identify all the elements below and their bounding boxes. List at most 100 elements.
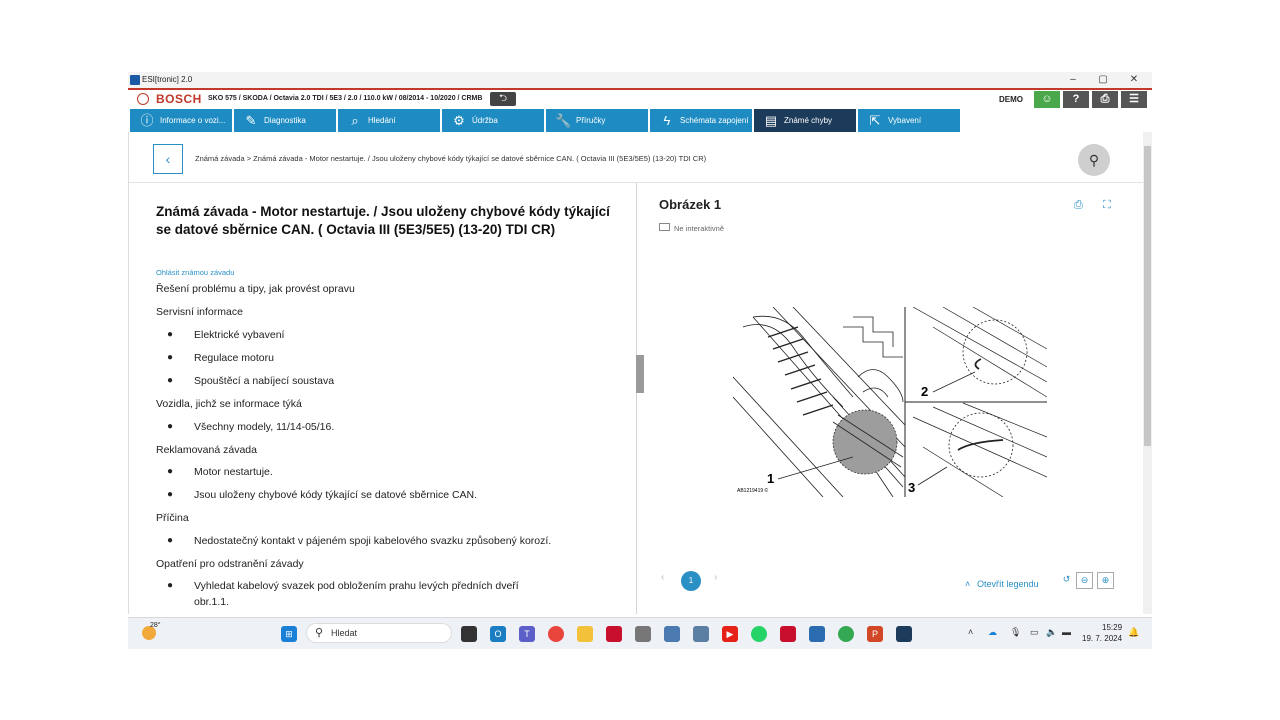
tab-label: Údržba xyxy=(472,116,498,125)
clock[interactable]: 15:29 19. 7. 2024 xyxy=(1082,622,1122,644)
volume-icon[interactable]: 🔈 xyxy=(1046,627,1057,638)
tab-label: Příručky xyxy=(576,116,606,125)
tab-search[interactable]: ⌕ Hledání xyxy=(338,109,440,132)
back-button[interactable]: ‹ xyxy=(153,144,183,174)
callout-label: 1 xyxy=(767,471,774,486)
close-button[interactable]: ✕ xyxy=(1119,72,1149,88)
powerpoint-icon[interactable]: P xyxy=(867,626,883,642)
taskbar: 28° ⊞ ⚲ Hledat O T ▶ P ˄ ☁ 🎙 ▭ 🔈 ▬ 15:29… xyxy=(128,617,1152,649)
app-icon[interactable] xyxy=(606,626,622,642)
chrome-icon[interactable] xyxy=(548,626,564,642)
app-window: ESI[tronic] 2.0 – ▢ ✕ BOSCH SKO 575 / SK… xyxy=(128,72,1152,648)
whatsapp-icon[interactable] xyxy=(751,626,767,642)
bullet-icon: ● xyxy=(167,375,174,386)
title-bar: ESI[tronic] 2.0 – ▢ ✕ xyxy=(128,72,1152,88)
callout-label: 3 xyxy=(908,480,915,495)
brand-name: BOSCH xyxy=(156,92,202,106)
battery-icon[interactable]: ▬ xyxy=(1062,627,1071,637)
fullscreen-icon[interactable]: ⛶ xyxy=(1103,199,1111,212)
store-icon[interactable] xyxy=(809,626,825,642)
list-item: Spouštěcí a nabíjecí soustava xyxy=(194,375,335,387)
bullet-icon: ● xyxy=(167,535,174,546)
list-item-continuation: obr.1.1. xyxy=(194,596,230,608)
tab-equipment[interactable]: ⇱ Vybavení xyxy=(858,109,960,132)
section-heading: Reklamovaná závada xyxy=(156,444,257,456)
report-fault-link[interactable]: Ohlásit známou závadu xyxy=(156,268,234,277)
next-page-button[interactable]: › xyxy=(714,572,717,583)
list-item: Elektrické vybavení xyxy=(194,329,285,341)
tab-wiring-diagrams[interactable]: ϟ Schémata zapojení xyxy=(650,109,752,132)
network-icon[interactable]: ▭ xyxy=(1030,627,1039,638)
start-icon[interactable]: ⊞ xyxy=(281,626,297,642)
search-placeholder: Hledat xyxy=(331,628,358,638)
page-indicator[interactable]: 1 xyxy=(681,571,701,591)
search-button[interactable]: ⚲ xyxy=(1078,144,1110,176)
notification-icon[interactable]: 🔔 xyxy=(1128,627,1139,638)
outlook-icon[interactable]: O xyxy=(490,626,506,642)
vertical-scrollbar[interactable] xyxy=(1143,132,1152,614)
breadcrumb-bar: ‹ Známá závada > Známá závada - Motor ne… xyxy=(129,132,1144,183)
figure-code: AB1219419 © xyxy=(737,487,769,494)
microphone-icon[interactable]: 🎙 xyxy=(1010,627,1021,638)
tab-maintenance[interactable]: ⚙ Údržba xyxy=(442,109,544,132)
prev-page-button[interactable]: ‹ xyxy=(661,572,664,583)
wiring-figure: 1 2 3 AB1219419 © xyxy=(733,307,1047,497)
tab-manuals[interactable]: 🔧 Příručky xyxy=(546,109,648,132)
calculator-icon[interactable] xyxy=(664,626,680,642)
breadcrumb: Známá závada > Známá závada - Motor nest… xyxy=(195,154,707,163)
onedrive-icon[interactable]: ☁ xyxy=(988,627,997,638)
app-icon[interactable] xyxy=(635,626,651,642)
zoom-in-icon[interactable]: ⊕ xyxy=(1097,572,1114,589)
list-item: Vyhledat kabelový svazek pod obložením p… xyxy=(194,580,519,592)
scrollbar-thumb[interactable] xyxy=(1144,146,1151,446)
bullet-icon: ● xyxy=(167,421,174,432)
chevron-up-icon[interactable]: ˄ xyxy=(968,627,973,637)
wrench-icon: 🔧 xyxy=(555,113,572,128)
bullet-icon: ● xyxy=(167,489,174,500)
reset-zoom-icon[interactable]: ↺ xyxy=(1058,572,1075,589)
tab-label: Informace o vozi... xyxy=(160,116,226,125)
zoom-out-icon[interactable]: ⊖ xyxy=(1076,572,1093,589)
task-view-icon[interactable] xyxy=(461,626,477,642)
non-interactive-icon xyxy=(659,223,670,231)
figure-title: Obrázek 1 xyxy=(659,197,722,212)
content-area: ‹ Známá závada > Známá závada - Motor ne… xyxy=(128,132,1144,614)
return-button[interactable]: ⮌ xyxy=(490,92,516,106)
maximize-button[interactable]: ▢ xyxy=(1088,72,1118,88)
section-heading: Servisní informace xyxy=(156,306,243,318)
date: 19. 7. 2024 xyxy=(1082,634,1123,643)
app-icon[interactable] xyxy=(780,626,796,642)
section-heading: Vozidla, jichž se informace týká xyxy=(156,398,302,410)
list-item: Jsou uloženy chybové kódy týkající se da… xyxy=(194,489,478,501)
section-heading: Příčina xyxy=(156,512,189,524)
bullet-icon: ● xyxy=(167,580,174,591)
book-icon: ▤ xyxy=(764,113,778,128)
settings-icon[interactable]: ☰ xyxy=(1121,91,1147,108)
search-icon: ⌕ xyxy=(351,113,359,128)
main-nav: ⓘ Informace o vozi... ✎ Diagnostika ⌕ Hl… xyxy=(128,109,1152,132)
esitronic-icon[interactable] xyxy=(896,626,912,642)
list-item: Regulace motoru xyxy=(194,352,274,364)
open-legend-link[interactable]: Otevřít legendu xyxy=(977,579,1039,589)
file-explorer-icon[interactable] xyxy=(577,626,593,642)
youtube-icon[interactable]: ▶ xyxy=(722,626,738,642)
tab-known-faults[interactable]: ▤ Známé chyby xyxy=(754,109,856,132)
chrome-profile-icon[interactable] xyxy=(838,626,854,642)
snipping-tool-icon[interactable] xyxy=(693,626,709,642)
chevron-left-icon: ‹ xyxy=(165,151,171,167)
search-box[interactable]: ⚲ Hledat xyxy=(306,623,452,643)
section-heading: Opatření pro odstranění závady xyxy=(156,558,304,570)
bullet-icon: ● xyxy=(167,329,174,340)
window-title: ESI[tronic] 2.0 xyxy=(142,75,193,84)
help-icon[interactable]: ? xyxy=(1063,91,1089,108)
tab-vehicle-info[interactable]: ⓘ Informace o vozi... xyxy=(130,109,232,132)
print-icon[interactable]: ⎙ xyxy=(1092,91,1118,108)
tab-label: Známé chyby xyxy=(784,116,833,125)
tab-diagnostics[interactable]: ✎ Diagnostika xyxy=(234,109,336,132)
user-icon[interactable]: ☺ xyxy=(1034,91,1060,108)
minimize-button[interactable]: – xyxy=(1058,72,1088,88)
bullet-icon: ● xyxy=(167,466,174,477)
teams-icon[interactable]: T xyxy=(519,626,535,642)
print-icon[interactable]: ⎙ xyxy=(1074,199,1083,212)
section-text: Řešení problému a tipy, jak provést opra… xyxy=(156,283,355,295)
